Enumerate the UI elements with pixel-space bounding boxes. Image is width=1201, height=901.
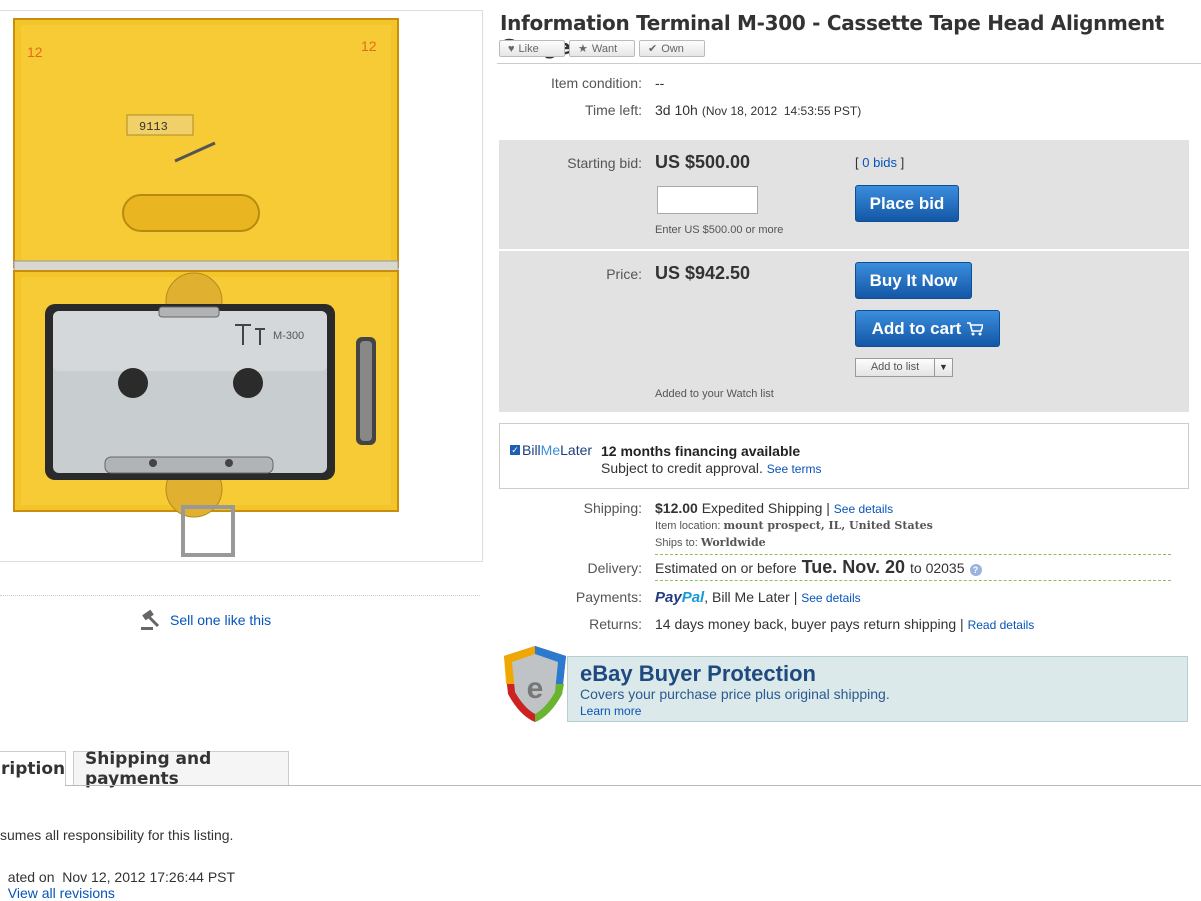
see-terms-link[interactable]: See terms — [767, 462, 822, 476]
item-location: Item location: mount prospect, IL, Unite… — [655, 519, 933, 532]
shipping-method: Expedited Shipping | — [701, 500, 830, 516]
shipping-line: $12.00 Expedited Shipping | See details — [655, 500, 893, 516]
delivery-prefix: Estimated on or before — [655, 560, 797, 576]
gavel-icon — [141, 609, 160, 630]
add-to-list-label[interactable]: Add to list — [856, 359, 935, 376]
ships-to: Ships to: Worldwide — [655, 536, 766, 549]
financing-sub: Subject to credit approval. See terms — [601, 460, 821, 476]
returns-label: Returns: — [589, 616, 642, 632]
returns-line: 14 days money back, buyer pays return sh… — [655, 616, 1034, 632]
starting-bid-label: Starting bid: — [567, 155, 642, 171]
product-image-frame[interactable]: 12 12 9113 M-300 — [0, 10, 483, 562]
bill-me-later-logo: ✓ Bill Me Later — [510, 442, 592, 458]
buy-it-now-button[interactable]: Buy It Now — [855, 262, 972, 299]
shield-icon: e — [504, 646, 566, 722]
own-button[interactable]: ✔ Own — [639, 40, 705, 57]
time-left-detail: (Nov 18, 2012 14:53:55 PST) — [701, 104, 862, 118]
payments-label: Payments: — [575, 589, 642, 605]
product-image[interactable]: 12 12 9113 M-300 — [0, 11, 482, 561]
title-divider — [497, 63, 1201, 64]
learn-more-link[interactable]: Learn more — [580, 704, 641, 718]
bid-count: [ 0 bids ] — [855, 155, 904, 170]
chevron-down-icon[interactable]: ▼ — [935, 359, 952, 376]
bml-logo-c: Later — [560, 442, 593, 458]
shipping-cost: $12.00 — [655, 500, 698, 516]
own-label: Own — [661, 42, 684, 55]
ships-to-value: Worldwide — [700, 536, 766, 549]
bid-count-link[interactable]: 0 bids — [862, 155, 897, 170]
tab-divider — [0, 785, 1201, 786]
delivery-suffix: to 02035 — [910, 560, 965, 576]
left-divider — [0, 595, 480, 596]
time-left-label: Time left: — [584, 102, 642, 118]
payments-other: , Bill Me Later | — [704, 589, 798, 605]
cart-icon — [967, 321, 984, 335]
returns-details-link[interactable]: Read details — [968, 618, 1035, 632]
starting-bid-value: US $500.00 — [655, 152, 751, 172]
condition-label: Item condition: — [550, 75, 642, 91]
sell-one-link[interactable]: Sell one like this — [170, 612, 271, 628]
time-left: 3d 10h (Nov 18, 2012 14:53:55 PST) — [655, 102, 861, 118]
shipping-divider — [655, 554, 1171, 555]
checkbox-icon: ✓ — [510, 445, 520, 455]
view-revisions-link[interactable]: View all revisions — [8, 885, 115, 901]
active-tab-gap — [0, 785, 65, 787]
delivery-date: Tue. Nov. 20 — [801, 557, 905, 577]
protection-title: eBay Buyer Protection — [580, 661, 816, 686]
box-marking-right: 12 — [361, 38, 377, 54]
delivery-divider — [655, 580, 1171, 581]
tag-text: 9113 — [139, 120, 168, 134]
like-button[interactable]: ♥ Like — [499, 40, 565, 57]
heart-icon: ♥ — [508, 42, 515, 55]
tab-description[interactable]: ription — [0, 751, 66, 786]
like-label: Like — [518, 42, 539, 55]
check-icon: ✔ — [648, 43, 658, 55]
shipping-details-link[interactable]: See details — [834, 502, 893, 516]
price-value: US $942.50 — [655, 263, 751, 283]
sell-one-like-this[interactable]: Sell one like this — [140, 609, 271, 631]
delivery-estimate: Estimated on or before Tue. Nov. 20 to 0… — [655, 557, 982, 578]
delivery-label: Delivery: — [587, 560, 642, 576]
place-bid-button[interactable]: Place bid — [855, 185, 959, 222]
protection-sub: Covers your purchase price plus original… — [580, 686, 890, 702]
add-to-cart-label: Add to cart — [871, 318, 962, 338]
payments-details-link[interactable]: See details — [801, 591, 860, 605]
financing-headline: 12 months financing available — [601, 443, 801, 459]
bml-logo-a: Bill — [522, 442, 541, 458]
ships-to-label: Ships to: — [655, 537, 698, 549]
item-location-label: Item location: — [655, 520, 721, 532]
paypal-logo-b: Pal — [681, 589, 705, 606]
want-button[interactable]: ★ Want — [569, 40, 635, 57]
payments-line: PayPal, Bill Me Later | See details — [655, 589, 861, 606]
listing-updated: ated on Nov 12, 2012 17:26:44 PST View a… — [0, 853, 235, 901]
bml-logo-b: Me — [540, 442, 561, 458]
help-icon[interactable]: ? — [969, 564, 982, 576]
device-logo: M-300 — [273, 330, 304, 342]
listing-updated-text: ated on Nov 12, 2012 17:26:44 PST — [7, 869, 236, 885]
price-label: Price: — [606, 266, 642, 282]
responsibility-note: sumes all responsibility for this listin… — [0, 827, 234, 843]
shipping-label: Shipping: — [583, 500, 642, 516]
want-label: Want — [591, 42, 618, 55]
tab-shipping-payments[interactable]: Shipping and payments — [73, 749, 289, 789]
box-marking-left: 12 — [27, 44, 43, 60]
bid-count-open: [ — [855, 155, 859, 170]
shield-letter: e — [527, 672, 544, 705]
time-left-value: 3d 10h — [655, 102, 698, 118]
bid-count-close: ] — [900, 155, 905, 170]
returns-text: 14 days money back, buyer pays return sh… — [655, 616, 964, 632]
watch-list-note: Added to your Watch list — [655, 388, 774, 400]
financing-sub-text: Subject to credit approval. — [601, 460, 763, 476]
condition-value: -- — [655, 75, 665, 91]
paypal-logo-a: Pay — [655, 589, 682, 606]
add-to-cart-button[interactable]: Add to cart — [855, 310, 1000, 347]
star-icon: ★ — [578, 43, 588, 55]
item-location-value: mount prospect, IL, United States — [723, 519, 933, 532]
bid-hint: Enter US $500.00 or more — [655, 224, 784, 236]
add-to-list-dropdown[interactable]: Add to list ▼ — [855, 358, 953, 377]
bid-amount-input[interactable] — [657, 186, 758, 214]
